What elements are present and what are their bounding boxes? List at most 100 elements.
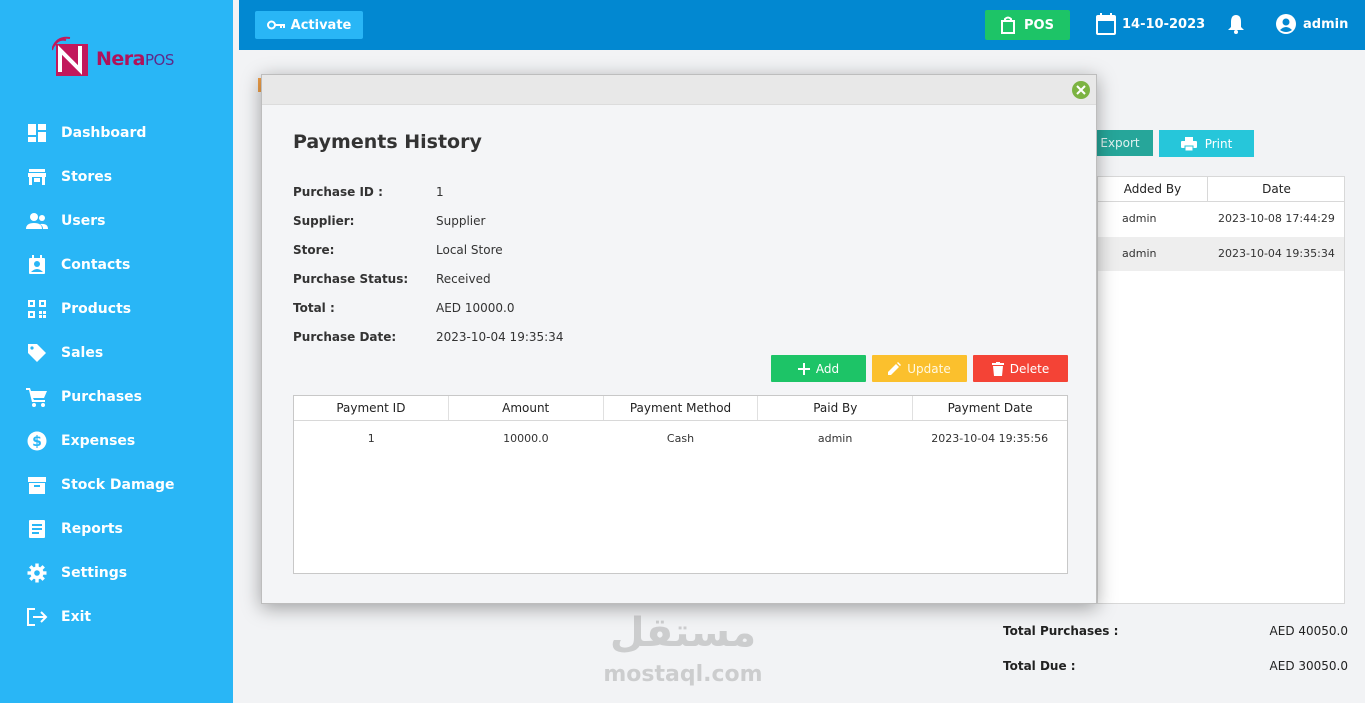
- report-icon: [26, 518, 48, 540]
- svg-text:$: $: [32, 434, 42, 450]
- cell-date: 2023-10-08 17:44:29: [1218, 212, 1335, 225]
- sidebar-nav: Dashboard Stores Users Contacts Products…: [0, 111, 233, 639]
- print-button[interactable]: Print: [1159, 130, 1254, 157]
- sidebar-item-label: Stores: [61, 169, 113, 185]
- export-label: Export: [1100, 136, 1140, 150]
- sidebar-item-label: Settings: [61, 565, 128, 581]
- info-label: Purchase ID :: [293, 185, 383, 199]
- pos-label: POS: [1024, 17, 1054, 33]
- sidebar-item-reports[interactable]: Reports: [0, 507, 233, 551]
- payments-table: Payment ID Amount Payment Method Paid By…: [293, 395, 1068, 574]
- column-header-paid-by[interactable]: Paid By: [758, 396, 914, 420]
- sidebar-item-expenses[interactable]: $ Expenses: [0, 419, 233, 463]
- username: admin: [1303, 16, 1349, 32]
- info-value: Received: [436, 272, 491, 286]
- print-label: Print: [1204, 136, 1233, 151]
- sidebar-item-label: Sales: [61, 345, 104, 361]
- sidebar-item-exit[interactable]: Exit: [0, 595, 233, 639]
- add-payment-button[interactable]: Add: [771, 355, 866, 382]
- table-header: Payment ID Amount Payment Method Paid By…: [294, 396, 1067, 421]
- cell-added-by: admin: [1122, 247, 1157, 260]
- column-header[interactable]: Added By: [1098, 177, 1208, 202]
- close-icon: [1076, 85, 1086, 95]
- qr-code-icon: [26, 298, 48, 320]
- user-menu[interactable]: admin: [1276, 14, 1348, 34]
- cell-payment-id: 1: [367, 431, 375, 445]
- sidebar-item-label: Products: [61, 301, 132, 317]
- dollar-icon: $: [26, 430, 48, 452]
- pos-button[interactable]: POS: [985, 10, 1070, 40]
- sidebar-item-purchases[interactable]: Purchases: [0, 375, 233, 419]
- bell-icon: [1228, 15, 1244, 34]
- delete-label: Delete: [1009, 361, 1050, 376]
- sidebar-item-sales[interactable]: Sales: [0, 331, 233, 375]
- sidebar-item-label: Stock Damage: [61, 477, 175, 493]
- info-value: AED 10000.0: [436, 301, 515, 315]
- column-header-payment-method[interactable]: Payment Method: [604, 396, 759, 420]
- payments-history-dialog: Payments History Purchase ID : 1 Supplie…: [261, 74, 1097, 604]
- purchases-table: Added By Date admin 2023-10-08 17:44:29 …: [1097, 176, 1345, 604]
- table-row[interactable]: 1 10000.0 Cash admin 2023-10-04 19:35:56: [294, 421, 1067, 455]
- dialog-title-bar: [262, 75, 1096, 105]
- cart-icon: [26, 386, 48, 408]
- column-header[interactable]: Date: [1208, 177, 1345, 202]
- info-value: 2023-10-04 19:35:34: [436, 330, 564, 344]
- total-purchases-label: Total Purchases :: [1003, 624, 1119, 638]
- sidebar-item-dashboard[interactable]: Dashboard: [0, 111, 233, 155]
- printer-icon: [1180, 136, 1197, 151]
- column-header-payment-id[interactable]: Payment ID: [294, 396, 449, 420]
- info-label: Total :: [293, 301, 335, 315]
- cell-added-by: admin: [1122, 212, 1157, 225]
- dashboard-icon: [26, 122, 48, 144]
- cell-payment-date: 2023-10-04 19:35:56: [931, 431, 1049, 445]
- logo: NeraPOS: [52, 34, 192, 80]
- sidebar-item-contacts[interactable]: Contacts: [0, 243, 233, 287]
- update-payment-button[interactable]: Update: [872, 355, 967, 382]
- activate-label: Activate: [290, 17, 352, 33]
- date-display: 14-10-2023: [1096, 13, 1205, 35]
- total-purchases-value: AED 40050.0: [1269, 624, 1348, 638]
- sidebar-item-settings[interactable]: Settings: [0, 551, 233, 595]
- add-label: Add: [815, 361, 840, 376]
- key-icon: [266, 20, 285, 30]
- calendar-icon: [1096, 13, 1116, 35]
- sidebar-item-label: Expenses: [61, 433, 136, 449]
- sidebar-item-products[interactable]: Products: [0, 287, 233, 331]
- watermark-latin: mostaql.com: [603, 662, 763, 687]
- sidebar-item-users[interactable]: Users: [0, 199, 233, 243]
- users-icon: [26, 210, 48, 232]
- logo-icon: [52, 36, 88, 76]
- archive-icon: [26, 474, 48, 496]
- info-label: Supplier:: [293, 214, 355, 228]
- column-header-payment-date[interactable]: Payment Date: [913, 396, 1067, 420]
- exit-icon: [26, 606, 48, 628]
- tag-icon: [26, 342, 48, 364]
- update-label: Update: [907, 361, 951, 376]
- contacts-icon: [26, 254, 48, 276]
- sidebar-item-label: Reports: [61, 521, 123, 537]
- close-button[interactable]: [1072, 81, 1090, 99]
- notifications-button[interactable]: [1227, 14, 1245, 38]
- gear-icon: [26, 562, 48, 584]
- activate-button[interactable]: Activate: [255, 11, 363, 39]
- dialog-title: Payments History: [293, 131, 482, 153]
- store-icon: [26, 166, 48, 188]
- sidebar-item-stock-damage[interactable]: Stock Damage: [0, 463, 233, 507]
- cell-date: 2023-10-04 19:35:34: [1218, 247, 1335, 260]
- cell-payment-method: Cash: [666, 431, 695, 445]
- delete-payment-button[interactable]: Delete: [973, 355, 1068, 382]
- logo-text: NeraPOS: [96, 48, 174, 70]
- sidebar-item-label: Exit: [61, 609, 92, 625]
- cell-amount: 10000.0: [503, 431, 549, 445]
- sidebar-item-stores[interactable]: Stores: [0, 155, 233, 199]
- info-value: 1: [436, 185, 444, 199]
- sidebar-item-label: Users: [61, 213, 106, 229]
- current-date: 14-10-2023: [1122, 16, 1206, 32]
- table-row[interactable]: admin 2023-10-04 19:35:34: [1098, 237, 1344, 271]
- cell-paid-by: admin: [817, 431, 853, 445]
- column-header-amount[interactable]: Amount: [449, 396, 604, 420]
- pencil-icon: [888, 362, 902, 375]
- plus-icon: [797, 362, 810, 375]
- table-row[interactable]: admin 2023-10-08 17:44:29: [1098, 202, 1344, 236]
- sidebar-item-label: Contacts: [61, 257, 131, 273]
